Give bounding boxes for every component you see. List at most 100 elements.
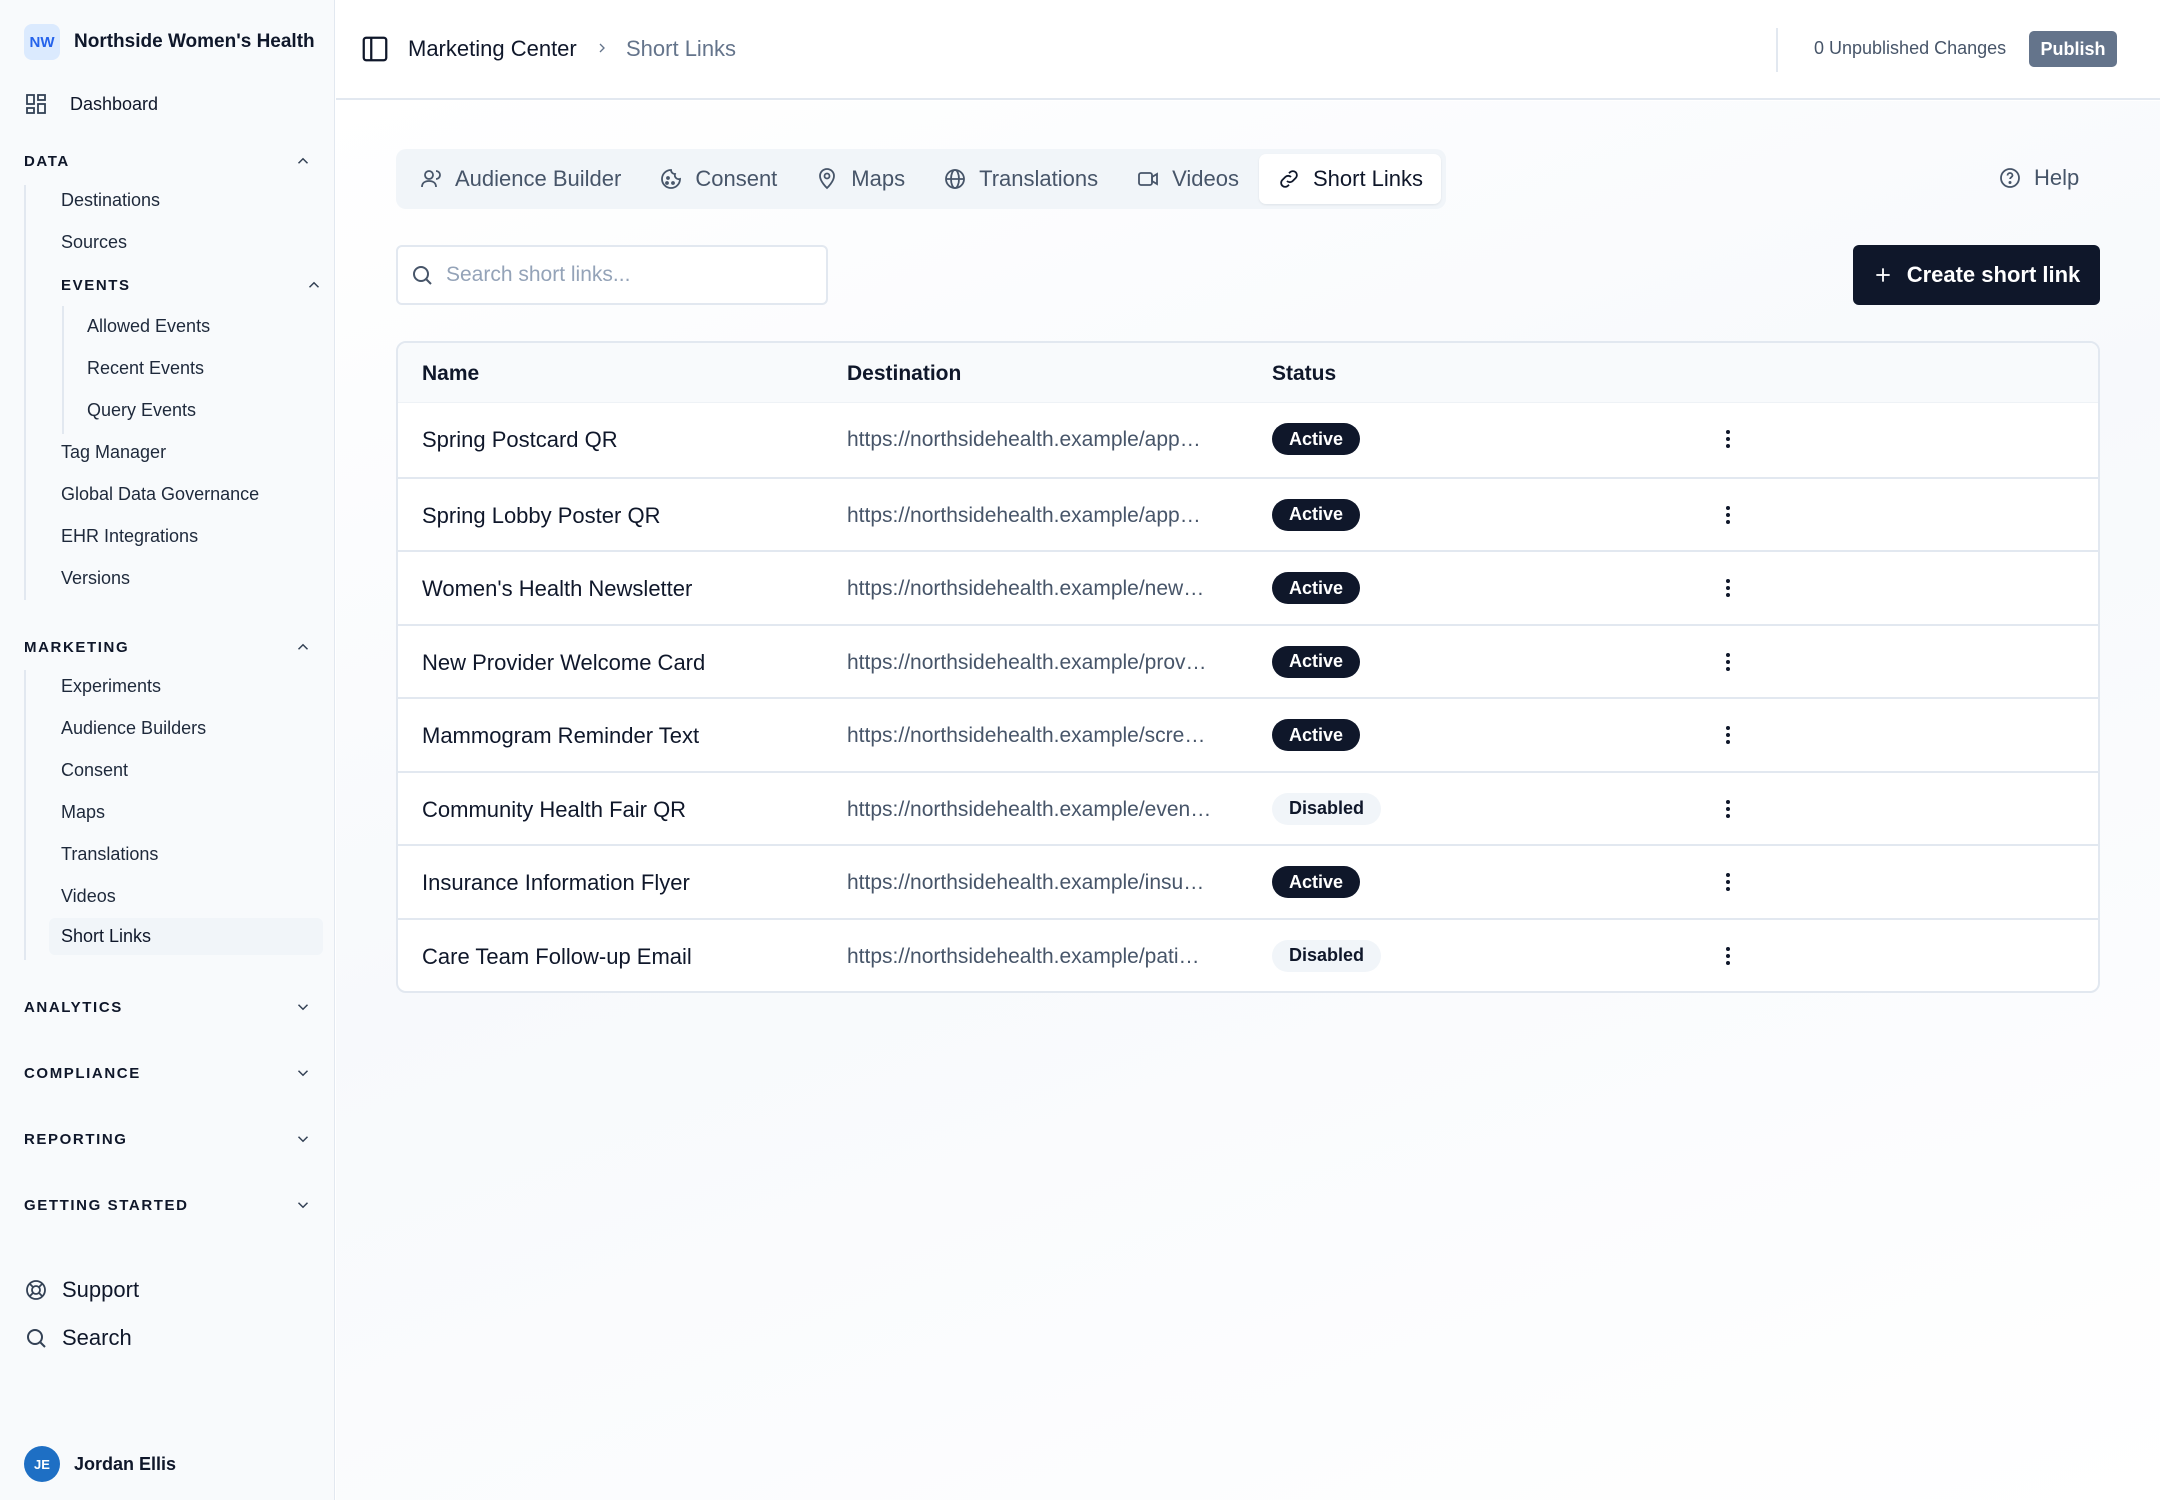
user-icon	[421, 170, 441, 188]
sidebar: NW Northside Women's Health Dashboard DA…	[0, 0, 335, 1500]
row-actions-button[interactable]	[1714, 425, 1742, 453]
section-compliance-toggle[interactable]: COMPLIANCE	[24, 1064, 312, 1082]
row-name[interactable]: New Provider Welcome Card	[422, 650, 705, 676]
row-name[interactable]: Community Health Fair QR	[422, 797, 686, 823]
cookie-icon	[661, 169, 682, 189]
sidebar-item-label: Dashboard	[70, 93, 159, 114]
sidebar-item-sources[interactable]: Sources	[61, 232, 127, 253]
section-analytics-toggle[interactable]: ANALYTICS	[24, 998, 312, 1016]
chevron-up-icon	[297, 643, 309, 650]
search-input[interactable]	[446, 247, 816, 303]
sidebar-item-tag-manager[interactable]: Tag Manager	[61, 442, 166, 463]
lifebuoy-icon	[26, 1280, 46, 1300]
help-button[interactable]: Help	[1998, 165, 2079, 191]
table-row[interactable]: Spring Postcard QR https://northsidehealt…	[398, 403, 2098, 477]
table-row[interactable]: Mammogram Reminder Text https://northside…	[398, 697, 2098, 771]
sidebar-item-ehr-integrations[interactable]: EHR Integrations	[61, 526, 198, 547]
tab-consent[interactable]: Consent	[641, 154, 795, 204]
row-name[interactable]: Spring Lobby Poster QR	[422, 503, 660, 529]
support-link[interactable]: Support	[24, 1277, 139, 1303]
tab-bar: Audience Builder Consent Maps Translatio…	[396, 149, 1447, 209]
user-menu[interactable]: JE Jordan Ellis	[24, 1446, 176, 1482]
row-name[interactable]: Spring Postcard QR	[422, 427, 618, 453]
search-icon	[27, 1329, 46, 1348]
column-header-name[interactable]: Name	[422, 362, 479, 386]
row-actions-button[interactable]	[1714, 501, 1742, 529]
sidebar-item-consent[interactable]: Consent	[61, 760, 128, 781]
more-vertical-icon	[1726, 873, 1730, 891]
row-destination: https://northsidehealth.example/app…	[847, 503, 1201, 527]
section-events-toggle[interactable]: EVENTS	[61, 276, 323, 294]
tree-line	[24, 185, 26, 600]
chevron-down-icon	[297, 1136, 309, 1143]
search-link[interactable]: Search	[24, 1325, 132, 1351]
divider	[1776, 28, 1778, 72]
tab-short-links[interactable]: Short Links	[1258, 154, 1442, 204]
sidebar-item-global-data-governance[interactable]: Global Data Governance	[61, 484, 259, 505]
chevron-down-icon	[297, 1004, 309, 1011]
row-actions-button[interactable]	[1714, 868, 1742, 896]
row-destination: https://northsidehealth.example/insu…	[847, 871, 1205, 894]
section-heading: DATA	[24, 152, 70, 170]
tab-maps[interactable]: Maps	[797, 154, 923, 204]
link-icon	[1280, 170, 1298, 188]
table-row[interactable]: Community Health Fair QR https://northsid…	[398, 770, 2098, 845]
row-destination: https://northsidehealth.example/even…	[847, 797, 1212, 821]
chevron-up-icon	[308, 281, 320, 288]
sidebar-item-experiments[interactable]: Experiments	[61, 676, 161, 697]
tree-line	[62, 306, 64, 434]
sidebar-item-maps[interactable]: Maps	[61, 802, 105, 823]
status-badge: Disabled	[1272, 792, 1382, 825]
table-row[interactable]: New Provider Welcome Card https://northsi…	[398, 623, 2098, 698]
sidebar-item-translations[interactable]: Translations	[61, 844, 158, 865]
tab-translations[interactable]: Translations	[925, 154, 1116, 204]
sidebar-item-query-events[interactable]: Query Events	[87, 400, 196, 421]
create-short-link-button[interactable]: Create short link	[1853, 245, 2100, 305]
sidebar-item-videos[interactable]: Videos	[61, 886, 116, 907]
section-heading: GETTING STARTED	[24, 1196, 189, 1214]
sidebar-item-audience-builders[interactable]: Audience Builders	[61, 718, 206, 739]
section-data-toggle[interactable]: DATA	[24, 152, 312, 170]
status-badge: Active	[1272, 423, 1361, 455]
row-destination: https://northsidehealth.example/scre…	[847, 724, 1206, 747]
row-actions-button[interactable]	[1714, 942, 1742, 970]
row-name[interactable]: Women's Health Newsletter	[422, 576, 692, 602]
sidebar-item-dashboard[interactable]: Dashboard	[24, 92, 158, 116]
table-row[interactable]: Spring Lobby Poster QR https://northsideh…	[398, 476, 2098, 551]
section-marketing-toggle[interactable]: MARKETING	[24, 638, 312, 656]
row-actions-button[interactable]	[1714, 648, 1742, 676]
row-actions-button[interactable]	[1714, 795, 1742, 823]
section-heading: COMPLIANCE	[24, 1064, 141, 1082]
row-destination: https://northsidehealth.example/pati…	[847, 944, 1200, 968]
short-links-table: Name Destination Status Spring Postcard …	[396, 341, 2100, 993]
help-circle-icon	[2000, 168, 2020, 188]
column-header-destination[interactable]: Destination	[847, 362, 961, 386]
publish-button[interactable]: Publish	[2029, 31, 2117, 67]
tree-line	[24, 670, 26, 960]
more-vertical-icon	[1726, 430, 1730, 448]
dashboard-icon	[26, 94, 46, 114]
sidebar-item-allowed-events[interactable]: Allowed Events	[87, 316, 210, 337]
row-name[interactable]: Insurance Information Flyer	[422, 870, 690, 896]
sidebar-toggle-icon[interactable]	[360, 34, 390, 64]
table-row[interactable]: Care Team Follow-up Email https://northsi…	[398, 917, 2098, 992]
org-switcher[interactable]: NW Northside Women's Health	[24, 24, 315, 60]
table-row[interactable]: Women's Health Newsletter https://northsi…	[398, 550, 2098, 624]
sidebar-item-recent-events[interactable]: Recent Events	[87, 358, 204, 379]
section-getting-started-toggle[interactable]: GETTING STARTED	[24, 1196, 312, 1214]
section-reporting-toggle[interactable]: REPORTING	[24, 1130, 312, 1148]
sidebar-item-short-links[interactable]: Short Links	[49, 918, 323, 955]
row-name[interactable]: Care Team Follow-up Email	[422, 944, 692, 970]
tab-videos[interactable]: Videos	[1118, 154, 1257, 204]
row-name[interactable]: Mammogram Reminder Text	[422, 723, 699, 749]
breadcrumb-root[interactable]: Marketing Center	[408, 36, 577, 62]
create-button-label: Create short link	[1906, 262, 2081, 287]
tab-audience-builder[interactable]: Audience Builder	[401, 154, 639, 204]
sidebar-item-destinations[interactable]: Destinations	[61, 190, 160, 211]
table-row[interactable]: Insurance Information Flyer https://north…	[398, 844, 2098, 918]
column-header-status[interactable]: Status	[1272, 362, 1336, 386]
row-actions-button[interactable]	[1714, 721, 1742, 749]
row-actions-button[interactable]	[1714, 574, 1742, 602]
sidebar-item-versions[interactable]: Versions	[61, 568, 130, 589]
row-destination: https://northsidehealth.example/new…	[847, 577, 1205, 600]
